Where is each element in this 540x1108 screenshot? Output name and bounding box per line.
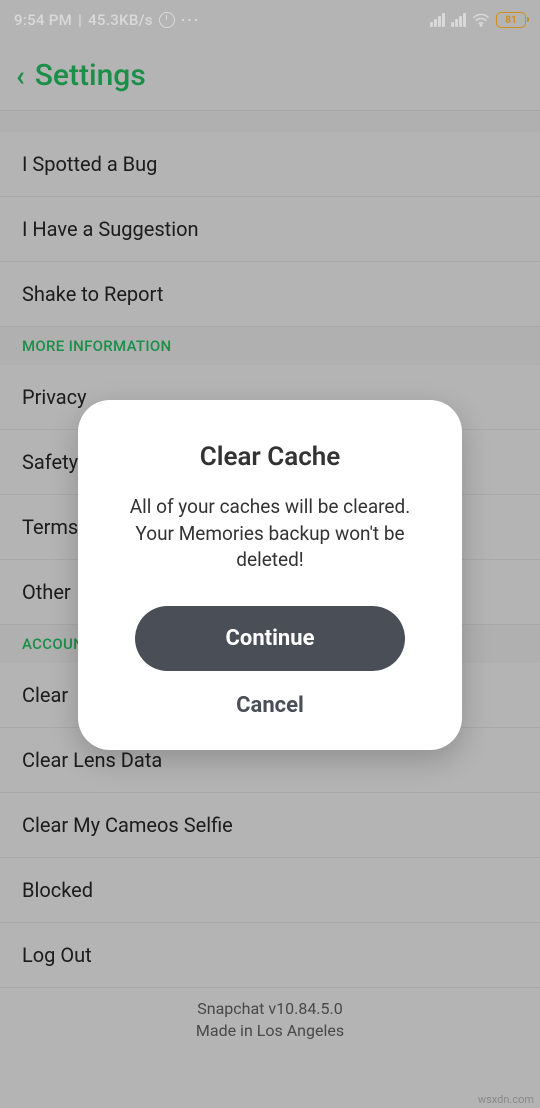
cancel-button[interactable]: Cancel [102, 693, 438, 718]
watermark: wsxdn.com [478, 1093, 534, 1106]
continue-button[interactable]: Continue [135, 606, 405, 671]
clear-cache-dialog: Clear Cache All of your caches will be c… [78, 400, 462, 750]
dialog-body: All of your caches will be cleared. Your… [102, 494, 438, 574]
dialog-title: Clear Cache [102, 442, 438, 472]
